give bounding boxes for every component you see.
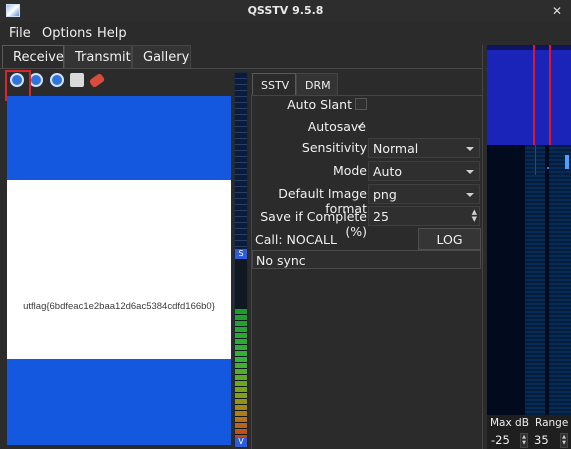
waterfall-display [487, 145, 571, 415]
close-icon[interactable]: ✕ [549, 3, 565, 19]
chevron-down-icon [466, 170, 474, 174]
window-title: QSSTV 9.5.8 [247, 4, 324, 17]
autosave-label: Autosave [307, 119, 366, 134]
spin-arrows-icon[interactable]: ▲ ▼ [472, 209, 477, 223]
waterfall-marker [535, 145, 536, 175]
tab-receive[interactable]: Receive [2, 45, 64, 69]
menu-bar: File Options Help [0, 22, 487, 44]
chevron-down-icon [466, 193, 474, 197]
main-tabs: Receive Transmit Gallery [0, 45, 487, 69]
tab-gallery[interactable]: Gallery [132, 45, 191, 69]
sync-status: No sync [252, 250, 481, 269]
tab-transmit[interactable]: Transmit [64, 45, 132, 69]
auto-slant-label: Auto Slant [287, 97, 352, 112]
autosave-checkbox[interactable]: ✓ [355, 120, 367, 132]
sensitivity-select[interactable]: Normal [368, 138, 480, 158]
splitter-handle[interactable] [482, 45, 486, 449]
max-db-value[interactable]: -25 [491, 433, 510, 448]
menu-options[interactable]: Options [42, 26, 92, 41]
waterfall-signal [547, 167, 549, 169]
sensitivity-label: Sensitivity [301, 140, 367, 155]
spectrum-display [487, 45, 571, 145]
image-text: utflag{6bdfeac1e2baa12d6ac5384cdfd166b0} [23, 301, 215, 312]
waterfall-band [525, 145, 545, 415]
chevron-down-icon [466, 147, 474, 151]
spectrum-top-edge [487, 45, 571, 50]
max-db-spin-icon[interactable]: ▲ ▼ [520, 433, 528, 448]
save-if-complete-spinbox[interactable]: 25 ▲ ▼ [368, 206, 480, 226]
tabs-divider [0, 68, 487, 69]
image-white-band [7, 180, 231, 359]
signal-meter: S V [234, 72, 248, 448]
save-icon[interactable] [70, 73, 84, 87]
range-spin-icon[interactable]: ▲ ▼ [560, 433, 568, 448]
max-db-label: Max dB [490, 417, 529, 429]
save-if-complete-value: 25 [373, 209, 389, 224]
auto-slant-checkbox[interactable] [355, 98, 367, 110]
menu-help[interactable]: Help [97, 26, 127, 41]
image-format-select[interactable]: png [368, 184, 480, 204]
tab-drm[interactable]: DRM [296, 73, 338, 95]
stop-icon[interactable] [29, 73, 43, 87]
mode-label: Mode [332, 163, 367, 178]
waterfall-controls: Max dB Range -25 ▲ ▼ 35 ▲ ▼ [487, 415, 571, 449]
marker-line-1 [533, 45, 535, 145]
range-value[interactable]: 35 [534, 433, 549, 448]
receive-toolbar [0, 70, 232, 90]
sync-meter [235, 73, 247, 249]
marker-line-2 [549, 45, 551, 145]
volume-meter [235, 309, 247, 437]
mode-select[interactable]: Auto [368, 161, 480, 181]
image-format-value: png [373, 187, 397, 202]
received-image: utflag{6bdfeac1e2baa12d6ac5384cdfd166b0} [7, 96, 231, 445]
waterfall-band [549, 145, 571, 415]
meter-v-label: V [235, 437, 247, 447]
title-bar: QSSTV 9.5.8 ✕ [0, 0, 571, 22]
sensitivity-value: Normal [373, 141, 419, 156]
call-label: Call: NOCALL [255, 232, 337, 247]
menu-file[interactable]: File [9, 26, 31, 41]
range-label: Range [535, 417, 569, 429]
waterfall-signal [565, 155, 569, 169]
tab-sstv[interactable]: SSTV [252, 73, 296, 95]
erase-icon[interactable] [50, 73, 64, 87]
log-qso-button[interactable]: LOG QSO [418, 228, 481, 262]
clear-icon[interactable] [88, 72, 106, 89]
meter-s-label: S [235, 249, 247, 259]
mode-value: Auto [373, 164, 403, 179]
